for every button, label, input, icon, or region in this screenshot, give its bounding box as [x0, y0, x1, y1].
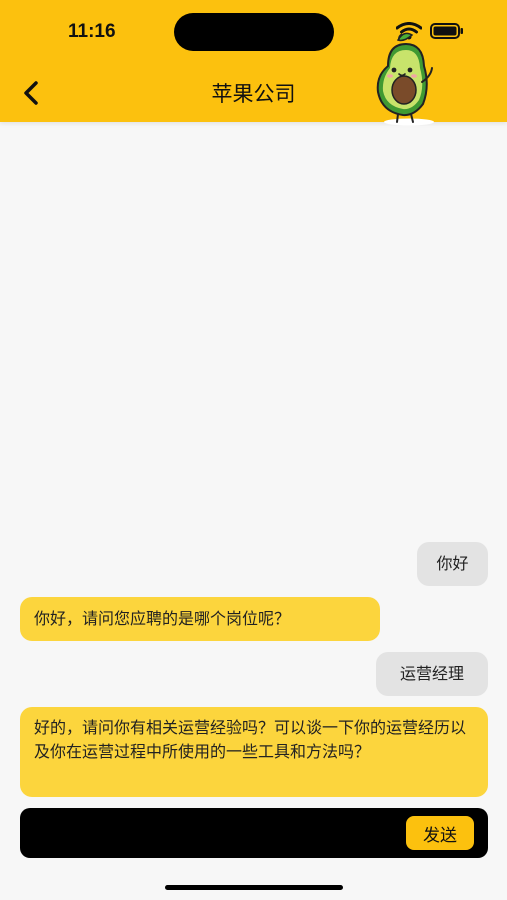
- chat-bubble-user: 运营经理: [376, 652, 488, 696]
- message-composer: 发送: [20, 808, 488, 858]
- avocado-mascot-icon: [376, 32, 434, 126]
- message-text: 你好: [436, 554, 469, 573]
- home-indicator: [165, 885, 343, 890]
- status-time: 11:16: [68, 21, 116, 42]
- app-header: 11:16 苹果公司: [0, 0, 507, 126]
- message-text: 好的，请问你有相关运营经验吗？可以谈一下你的运营经历以及你在运营过程中所使用的一…: [34, 718, 467, 761]
- message-text: 你好，请问您应聘的是哪个岗位呢？: [34, 609, 291, 628]
- message-input[interactable]: [32, 816, 406, 852]
- chat-bubble-user: 你好: [417, 542, 488, 586]
- chat-bubble-bot: 你好，请问您应聘的是哪个岗位呢？: [20, 597, 380, 641]
- send-button[interactable]: 发送: [406, 816, 474, 850]
- dynamic-island: [174, 13, 334, 51]
- chat-bubble-bot: 好的，请问你有相关运营经验吗？可以谈一下你的运营经历以及你在运营过程中所使用的一…: [20, 707, 488, 797]
- message-text: 运营经理: [399, 664, 464, 683]
